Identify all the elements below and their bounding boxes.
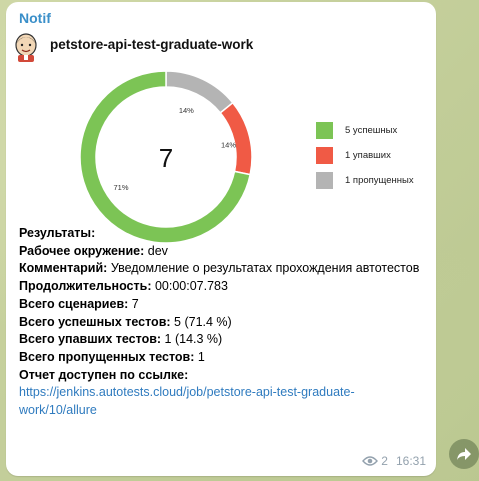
legend-swatch-skipped <box>316 172 333 189</box>
results-heading: Результаты: <box>19 226 96 240</box>
message-time: 16:31 <box>395 454 426 468</box>
legend-item-passed: 5 успешных <box>316 118 414 143</box>
legend-label-skipped: 1 пропущенных <box>345 175 414 186</box>
scenarios-label: Всего сценариев: <box>19 296 129 311</box>
message-bubble[interactable]: Notif petstore-api-test-graduate-work 14… <box>6 2 436 476</box>
view-count: 2 <box>381 454 388 468</box>
total-count-label: 7 <box>159 143 173 173</box>
report-label: Отчет доступен по ссылке: <box>19 367 189 382</box>
env-label: Рабочее окружение: <box>19 243 145 258</box>
legend-item-failed: 1 упавших <box>316 143 414 168</box>
card-title: petstore-api-test-graduate-work <box>50 37 254 52</box>
message-meta: 2 16:31 <box>362 454 426 468</box>
legend-item-skipped: 1 пропущенных <box>316 168 414 193</box>
slice-skipped <box>165 70 234 114</box>
passed-value: 5 (71.4 %) <box>174 314 232 329</box>
results-text: Результаты: Рабочее окружение: dev Комме… <box>19 225 424 420</box>
forward-button[interactable] <box>449 439 479 469</box>
chart-legend: 5 успешных 1 упавших 1 пропущенных <box>316 118 414 193</box>
report-link[interactable]: https://jenkins.autotests.cloud/job/pets… <box>19 385 355 417</box>
legend-label-failed: 1 упавших <box>345 150 391 161</box>
skipped-label: Всего пропущенных тестов: <box>19 349 195 364</box>
scenarios-value: 7 <box>131 296 139 311</box>
env-value: dev <box>147 243 168 258</box>
duration-value: 00:00:07.783 <box>154 279 228 294</box>
forward-arrow-icon <box>457 448 471 460</box>
eye-icon <box>362 456 379 466</box>
failed-label: Всего упавших тестов: <box>19 332 162 347</box>
failed-value: 1 (14.3 %) <box>164 332 223 347</box>
skipped-value: 1 <box>197 349 205 364</box>
legend-label-passed: 5 успешных <box>345 125 398 136</box>
legend-swatch-failed <box>316 147 333 164</box>
jenkins-butler-icon <box>15 33 37 62</box>
slice-failed <box>219 101 253 176</box>
slice-label-skipped: 14% <box>179 106 194 115</box>
comment-value: Уведомление о результатах прохождения ав… <box>110 261 420 276</box>
legend-swatch-passed <box>316 122 333 139</box>
comment-label: Комментарий: <box>19 261 108 276</box>
sender-name[interactable]: Notif <box>19 10 51 26</box>
passed-label: Всего успешных тестов: <box>19 314 171 329</box>
slice-label-failed: 14% <box>221 141 236 150</box>
slice-label-passed: 71% <box>113 183 128 192</box>
duration-label: Продолжительность: <box>19 279 152 294</box>
